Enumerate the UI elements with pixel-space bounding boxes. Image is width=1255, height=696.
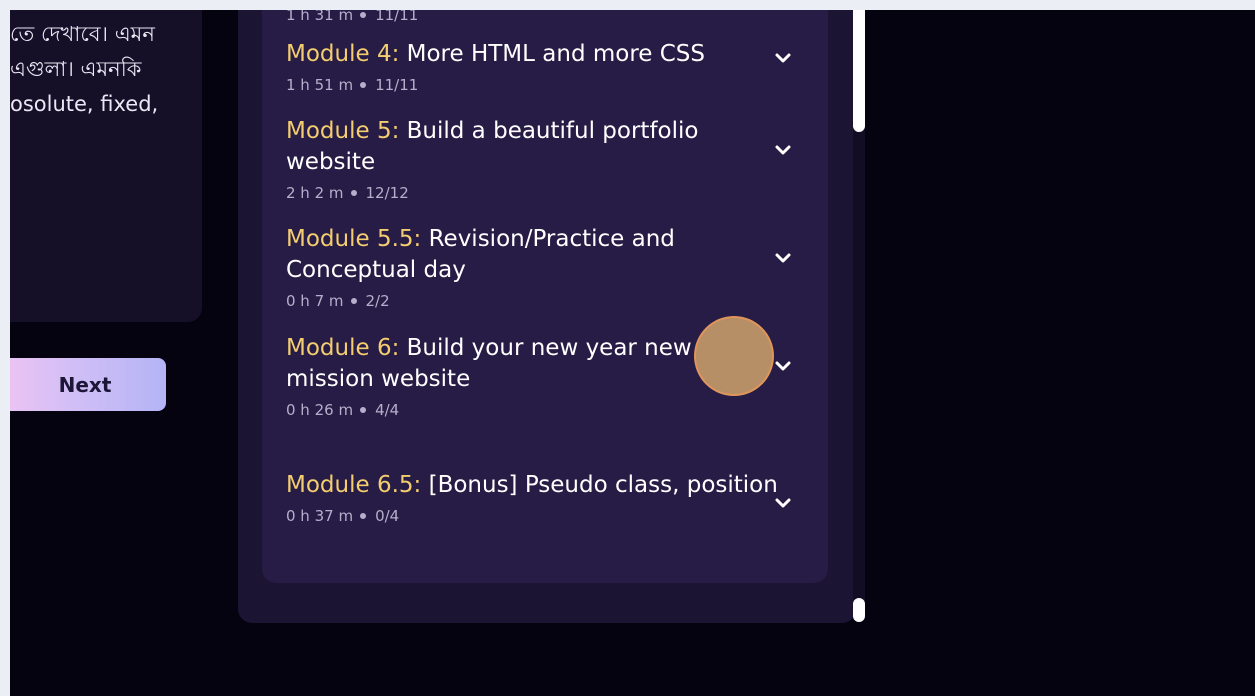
module-item-5-5[interactable]: Module 5.5: Revision/Practice and Concep… (286, 224, 786, 310)
chevron-down-icon[interactable] (774, 252, 792, 264)
chevron-down-icon[interactable] (774, 497, 792, 509)
module-item-4[interactable]: Module 4: More HTML and more CSS 1 h 51 … (286, 39, 786, 94)
module-number: Module 5: (286, 118, 400, 144)
list-item[interactable]: 1 h 31 m 11/11 (286, 10, 786, 24)
module-description-text: seudo class তে দেখাবে। এমন এগুলা। এমনকি … (10, 10, 159, 116)
module-number: Module 6: (286, 335, 400, 361)
module-meta: 1 h 31 m 11/11 (286, 10, 786, 24)
module-progress: 12/12 (365, 184, 409, 202)
separator-dot (350, 298, 357, 304)
module-progress: 11/11 (375, 76, 419, 94)
module-title: Module 5: Build a beautiful portfolio we… (286, 116, 786, 178)
module-meta: 0 h 26 m 4/4 (286, 401, 786, 419)
chevron-down-icon[interactable] (774, 52, 792, 64)
next-button[interactable]: Next (10, 358, 166, 411)
separator-dot (360, 82, 367, 88)
module-description-card: seudo class তে দেখাবে। এমন এগুলা। এমনকি … (10, 10, 202, 322)
module-number: Module 5.5: (286, 226, 422, 252)
module-duration: 0 h 37 m (286, 507, 354, 525)
chevron-down-icon[interactable] (774, 360, 792, 372)
module-progress: 2/2 (365, 292, 390, 310)
module-name: [Bonus] Pseudo class, position (421, 472, 778, 498)
module-item-5[interactable]: Module 5: Build a beautiful portfolio we… (286, 116, 786, 202)
separator-dot (360, 407, 367, 413)
app-stage: seudo class তে দেখাবে। এমন এগুলা। এমনকি … (10, 10, 1255, 696)
module-progress: 11/11 (375, 10, 419, 24)
module-number: Module 4: (286, 41, 400, 67)
chevron-down-icon[interactable] (774, 144, 792, 156)
separator-dot (360, 12, 367, 18)
scrollbar-bottom-handle[interactable] (853, 598, 865, 622)
separator-dot (350, 190, 357, 196)
module-title: Module 5.5: Revision/Practice and Concep… (286, 224, 786, 286)
module-title: Module 4: More HTML and more CSS (286, 39, 786, 70)
module-item-6-5[interactable]: Module 6.5: [Bonus] Pseudo class, positi… (286, 470, 786, 525)
scrollbar-thumb[interactable] (853, 10, 865, 132)
click-indicator (694, 316, 774, 396)
module-title: Module 6.5: [Bonus] Pseudo class, positi… (286, 470, 786, 501)
module-meta: 0 h 7 m 2/2 (286, 292, 786, 310)
module-duration: 0 h 7 m (286, 292, 344, 310)
module-duration: 2 h 2 m (286, 184, 344, 202)
separator-dot (360, 513, 367, 519)
module-number: Module 6.5: (286, 472, 422, 498)
module-meta: 1 h 51 m 11/11 (286, 76, 786, 94)
module-meta: 0 h 37 m 0/4 (286, 507, 786, 525)
module-progress: 0/4 (375, 507, 400, 525)
module-duration: 1 h 51 m (286, 76, 354, 94)
module-meta: 2 h 2 m 12/12 (286, 184, 786, 202)
module-duration: 0 h 26 m (286, 401, 354, 419)
module-duration: 1 h 31 m (286, 10, 354, 24)
module-name: More HTML and more CSS (399, 41, 706, 67)
module-list: 1 h 31 m 11/11 Module 4: More HTML and m… (262, 10, 828, 583)
module-progress: 4/4 (375, 401, 400, 419)
